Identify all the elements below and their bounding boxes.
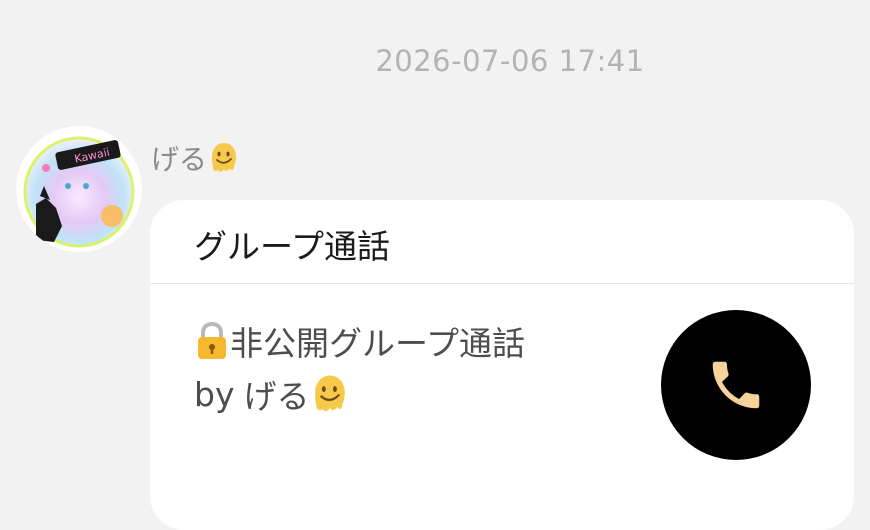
call-description: 非公開グループ通話 (194, 317, 525, 365)
melting-face-icon (212, 143, 237, 172)
melting-face-icon (315, 375, 346, 412)
creator-name: げる (243, 377, 310, 416)
message-timestamp: 2026-07-06 17:41 (375, 44, 645, 78)
call-description-text: 非公開グループ通話 (230, 324, 526, 363)
call-creator: by げる (194, 370, 351, 418)
sender-name-text: げる (151, 143, 208, 176)
avatar-image: Kawaii (16, 126, 142, 252)
group-call-card[interactable]: グループ通話 非公開グループ通話 by げる (150, 200, 854, 530)
card-title: グループ通話 (194, 227, 391, 266)
by-prefix: by (194, 374, 235, 414)
card-divider (150, 283, 854, 284)
sender-avatar[interactable]: Kawaii (16, 126, 142, 252)
phone-icon (712, 361, 760, 409)
sender-name: げる (151, 140, 241, 176)
lock-icon (198, 321, 226, 359)
join-call-button[interactable] (661, 310, 811, 460)
